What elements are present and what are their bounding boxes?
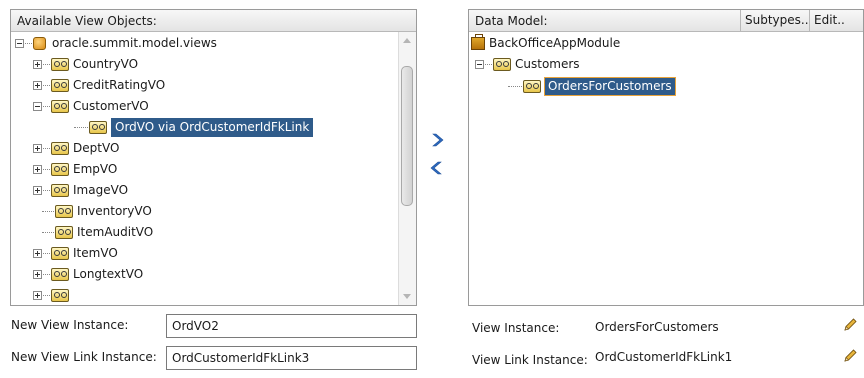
tree-node-appmodule[interactable]: BackOfficeAppModule bbox=[471, 33, 620, 54]
view-object-icon bbox=[51, 163, 69, 176]
tree-node-label: DeptVO bbox=[73, 141, 120, 155]
available-view-objects-tree[interactable]: oracle.summit.model.views CountryVO Cred… bbox=[11, 32, 416, 305]
available-view-objects-header: Available View Objects: bbox=[11, 10, 416, 32]
edit-view-link-instance-pencil-icon[interactable] bbox=[842, 348, 858, 364]
expand-icon[interactable] bbox=[33, 165, 42, 174]
tree-node-label: InventoryVO bbox=[77, 204, 152, 218]
new-view-link-instance-input[interactable] bbox=[166, 346, 417, 370]
scroll-up-arrow-icon[interactable] bbox=[403, 38, 411, 43]
tree-node-deptvo[interactable]: DeptVO bbox=[33, 138, 119, 159]
tree-node-label-selected: OrdersForCustomers bbox=[544, 77, 676, 96]
view-object-icon bbox=[55, 205, 73, 218]
tree-node-label: EmpVO bbox=[73, 162, 118, 176]
view-object-icon bbox=[51, 268, 69, 281]
vertical-scrollbar[interactable] bbox=[398, 32, 416, 305]
view-link-icon bbox=[89, 121, 107, 134]
tree-node-customervo[interactable]: CustomerVO bbox=[33, 96, 149, 117]
package-icon bbox=[33, 37, 46, 50]
new-view-link-instance-label: New View Link Instance: bbox=[11, 350, 157, 364]
tree-node-partial bbox=[33, 285, 73, 305]
expand-icon[interactable] bbox=[33, 81, 42, 90]
data-model-title: Data Model: bbox=[475, 14, 548, 28]
tree-node-imagevo[interactable]: ImageVO bbox=[33, 180, 128, 201]
data-model-panel: Data Model: Subtypes... Edit.. BackOffic… bbox=[468, 9, 864, 306]
edit-view-instance-pencil-icon[interactable] bbox=[842, 317, 858, 333]
tree-node-label: LongtextVO bbox=[73, 267, 144, 281]
new-view-instance-input[interactable] bbox=[166, 314, 417, 338]
tree-node-label: BackOfficeAppModule bbox=[489, 36, 621, 50]
collapse-icon[interactable] bbox=[475, 60, 484, 69]
tree-node-itemauditvo[interactable]: ItemAuditVO bbox=[41, 222, 153, 243]
tree-node-label: Customers bbox=[515, 57, 580, 71]
expand-icon[interactable] bbox=[33, 291, 42, 300]
view-object-icon bbox=[51, 79, 69, 92]
view-object-icon bbox=[493, 58, 511, 71]
tree-node-package[interactable]: oracle.summit.model.views bbox=[15, 33, 217, 54]
collapse-icon[interactable] bbox=[33, 102, 42, 111]
view-object-icon bbox=[55, 226, 73, 239]
view-link-instance-label: View Link Instance: bbox=[472, 353, 588, 367]
view-link-instance-value: OrdCustomerIdFkLink1 bbox=[595, 350, 733, 364]
tree-node-label: ItemAuditVO bbox=[77, 225, 154, 239]
application-module-icon bbox=[471, 34, 485, 50]
tree-node-creditratingvo[interactable]: CreditRatingVO bbox=[33, 75, 165, 96]
add-chevron-right-icon[interactable] bbox=[429, 132, 445, 148]
collapse-icon[interactable] bbox=[15, 39, 24, 48]
tree-node-label: CustomerVO bbox=[73, 99, 149, 113]
tree-node-label: oracle.summit.model.views bbox=[52, 36, 217, 50]
tree-node-itemvo[interactable]: ItemVO bbox=[33, 243, 118, 264]
edit-button[interactable]: Edit.. bbox=[809, 10, 849, 31]
tree-node-customers[interactable]: Customers bbox=[475, 54, 580, 75]
new-view-instance-label: New View Instance: bbox=[11, 318, 129, 332]
tree-node-label: ItemVO bbox=[73, 246, 118, 260]
expand-icon[interactable] bbox=[33, 186, 42, 195]
data-model-tree[interactable]: BackOfficeAppModule Customers OrdersForC… bbox=[469, 32, 863, 305]
expand-icon[interactable] bbox=[33, 249, 42, 258]
tree-node-label: CountryVO bbox=[73, 57, 139, 71]
view-instance-value: OrdersForCustomers bbox=[595, 320, 719, 334]
view-object-icon bbox=[51, 142, 69, 155]
view-instance-label: View Instance: bbox=[472, 321, 560, 335]
available-view-objects-panel: Available View Objects: oracle.summit.mo… bbox=[10, 9, 417, 306]
tree-node-label: CreditRatingVO bbox=[73, 78, 166, 92]
tree-node-longtextvo[interactable]: LongtextVO bbox=[33, 264, 143, 285]
expand-icon[interactable] bbox=[33, 270, 42, 279]
tree-node-ordvo-link[interactable]: OrdVO via OrdCustomerIdFkLink bbox=[73, 117, 314, 138]
expand-icon[interactable] bbox=[33, 144, 42, 153]
view-object-icon bbox=[51, 58, 69, 71]
tree-node-ordersforcustomers[interactable]: OrdersForCustomers bbox=[507, 76, 676, 97]
remove-chevron-left-icon[interactable] bbox=[429, 160, 445, 176]
data-model-header: Data Model: Subtypes... Edit.. bbox=[469, 10, 863, 32]
tree-node-empvo[interactable]: EmpVO bbox=[33, 159, 117, 180]
view-object-icon bbox=[51, 184, 69, 197]
tree-node-label-selected: OrdVO via OrdCustomerIdFkLink bbox=[111, 118, 314, 137]
tree-node-inventoryvo[interactable]: InventoryVO bbox=[41, 201, 152, 222]
view-object-icon bbox=[51, 247, 69, 260]
expand-icon[interactable] bbox=[33, 60, 42, 69]
scroll-down-arrow-icon[interactable] bbox=[403, 294, 411, 299]
subtypes-button[interactable]: Subtypes... bbox=[740, 10, 817, 31]
view-object-icon bbox=[51, 289, 69, 302]
tree-node-label: ImageVO bbox=[73, 183, 129, 197]
scrollbar-thumb[interactable] bbox=[401, 66, 413, 206]
view-link-icon bbox=[523, 80, 541, 93]
tree-node-countryvo[interactable]: CountryVO bbox=[33, 54, 138, 75]
view-object-icon bbox=[51, 100, 69, 113]
